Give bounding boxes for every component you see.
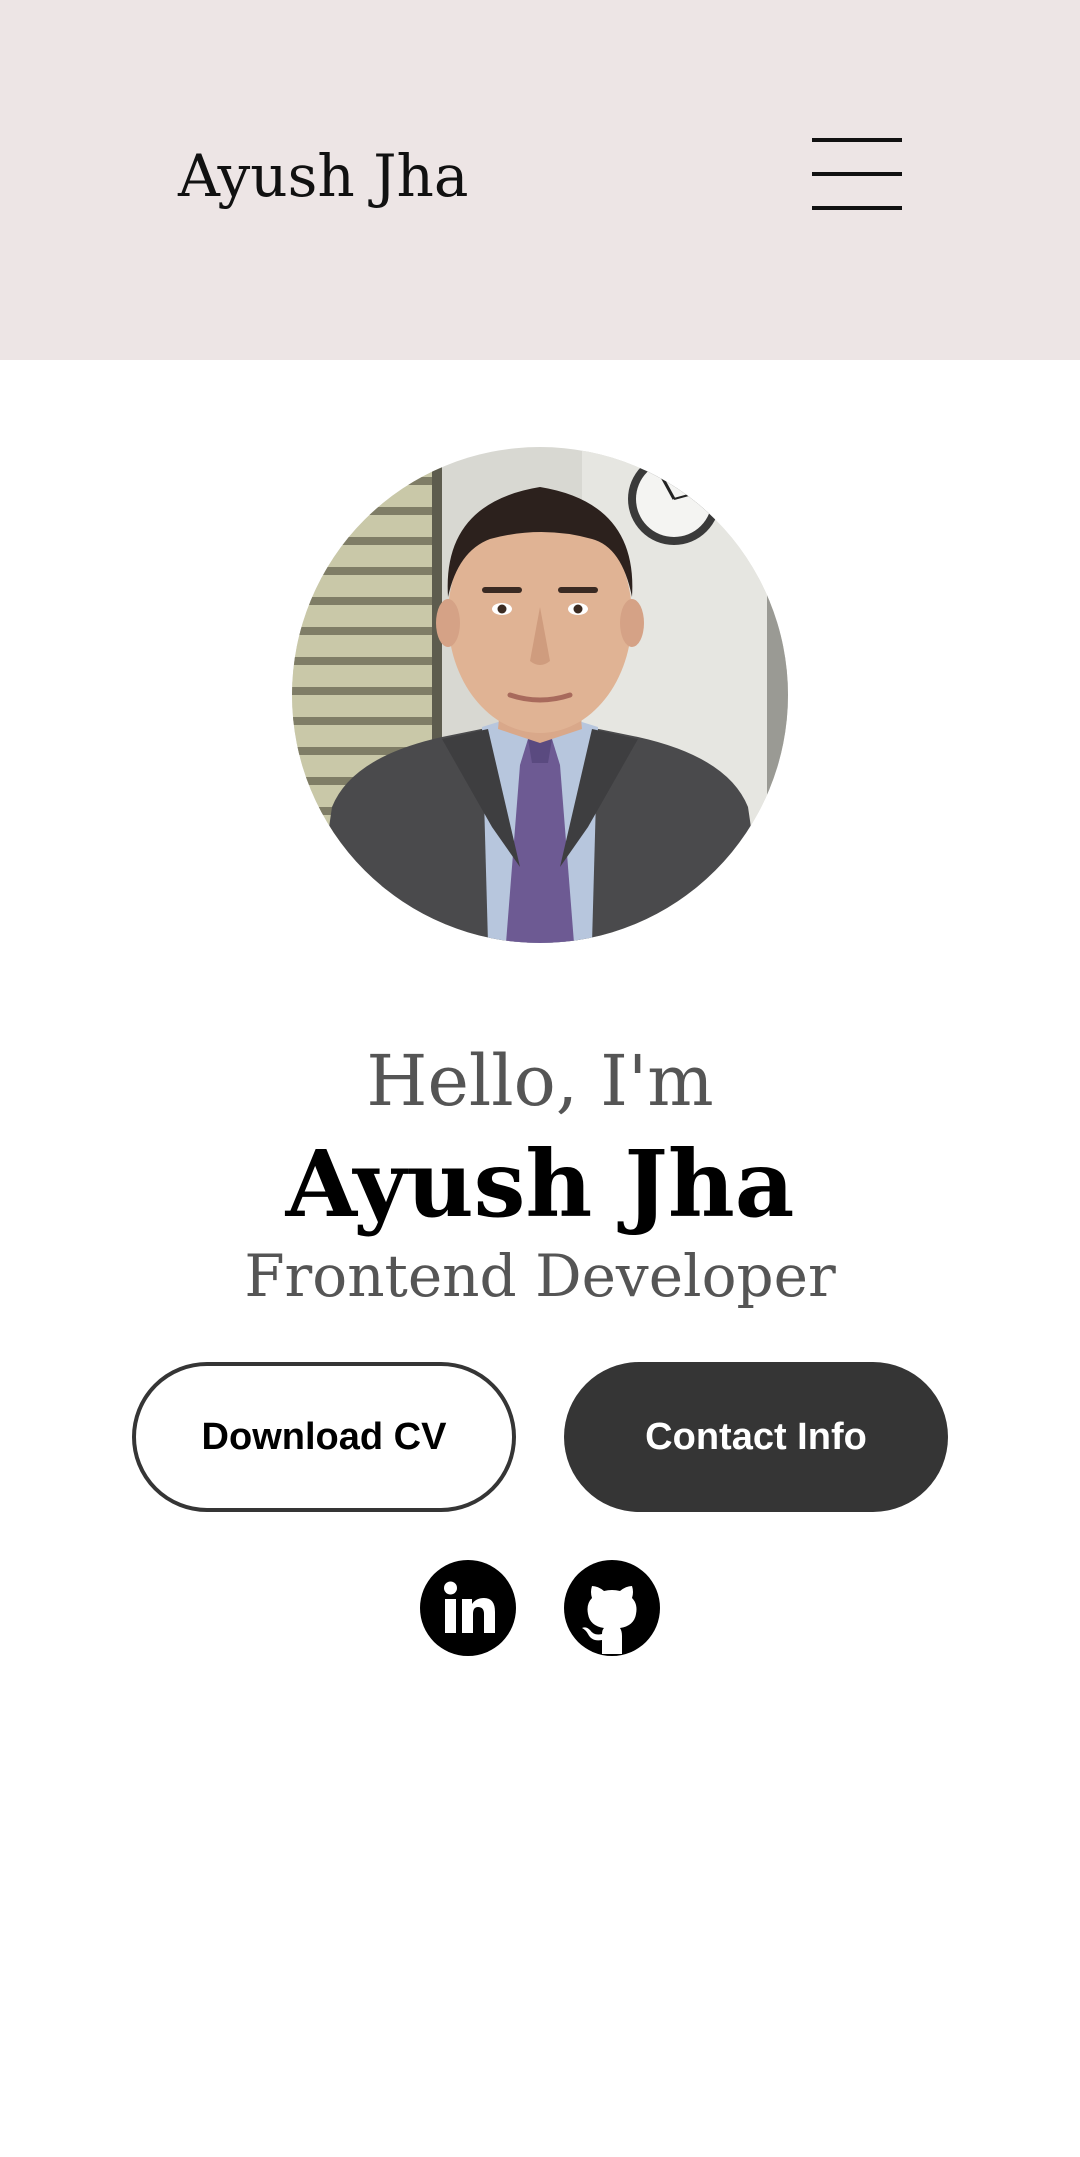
contact-info-button[interactable]: Contact Info <box>564 1362 948 1512</box>
menu-bar <box>812 172 902 176</box>
github-icon[interactable] <box>564 1560 660 1656</box>
greeting-text: Hello, I'm <box>366 1040 714 1122</box>
linkedin-icon[interactable] <box>420 1560 516 1656</box>
profile-picture <box>292 447 788 943</box>
menu-bar <box>812 138 902 142</box>
logo-text[interactable]: Ayush Jha <box>178 136 468 216</box>
hamburger-menu-icon[interactable] <box>812 136 902 214</box>
menu-bar <box>812 206 902 210</box>
hero-name: Ayush Jha <box>285 1130 795 1238</box>
download-cv-button[interactable]: Download CV <box>132 1362 516 1512</box>
site-header: Ayush Jha <box>0 0 1080 360</box>
job-title: Frontend Developer <box>244 1242 836 1310</box>
